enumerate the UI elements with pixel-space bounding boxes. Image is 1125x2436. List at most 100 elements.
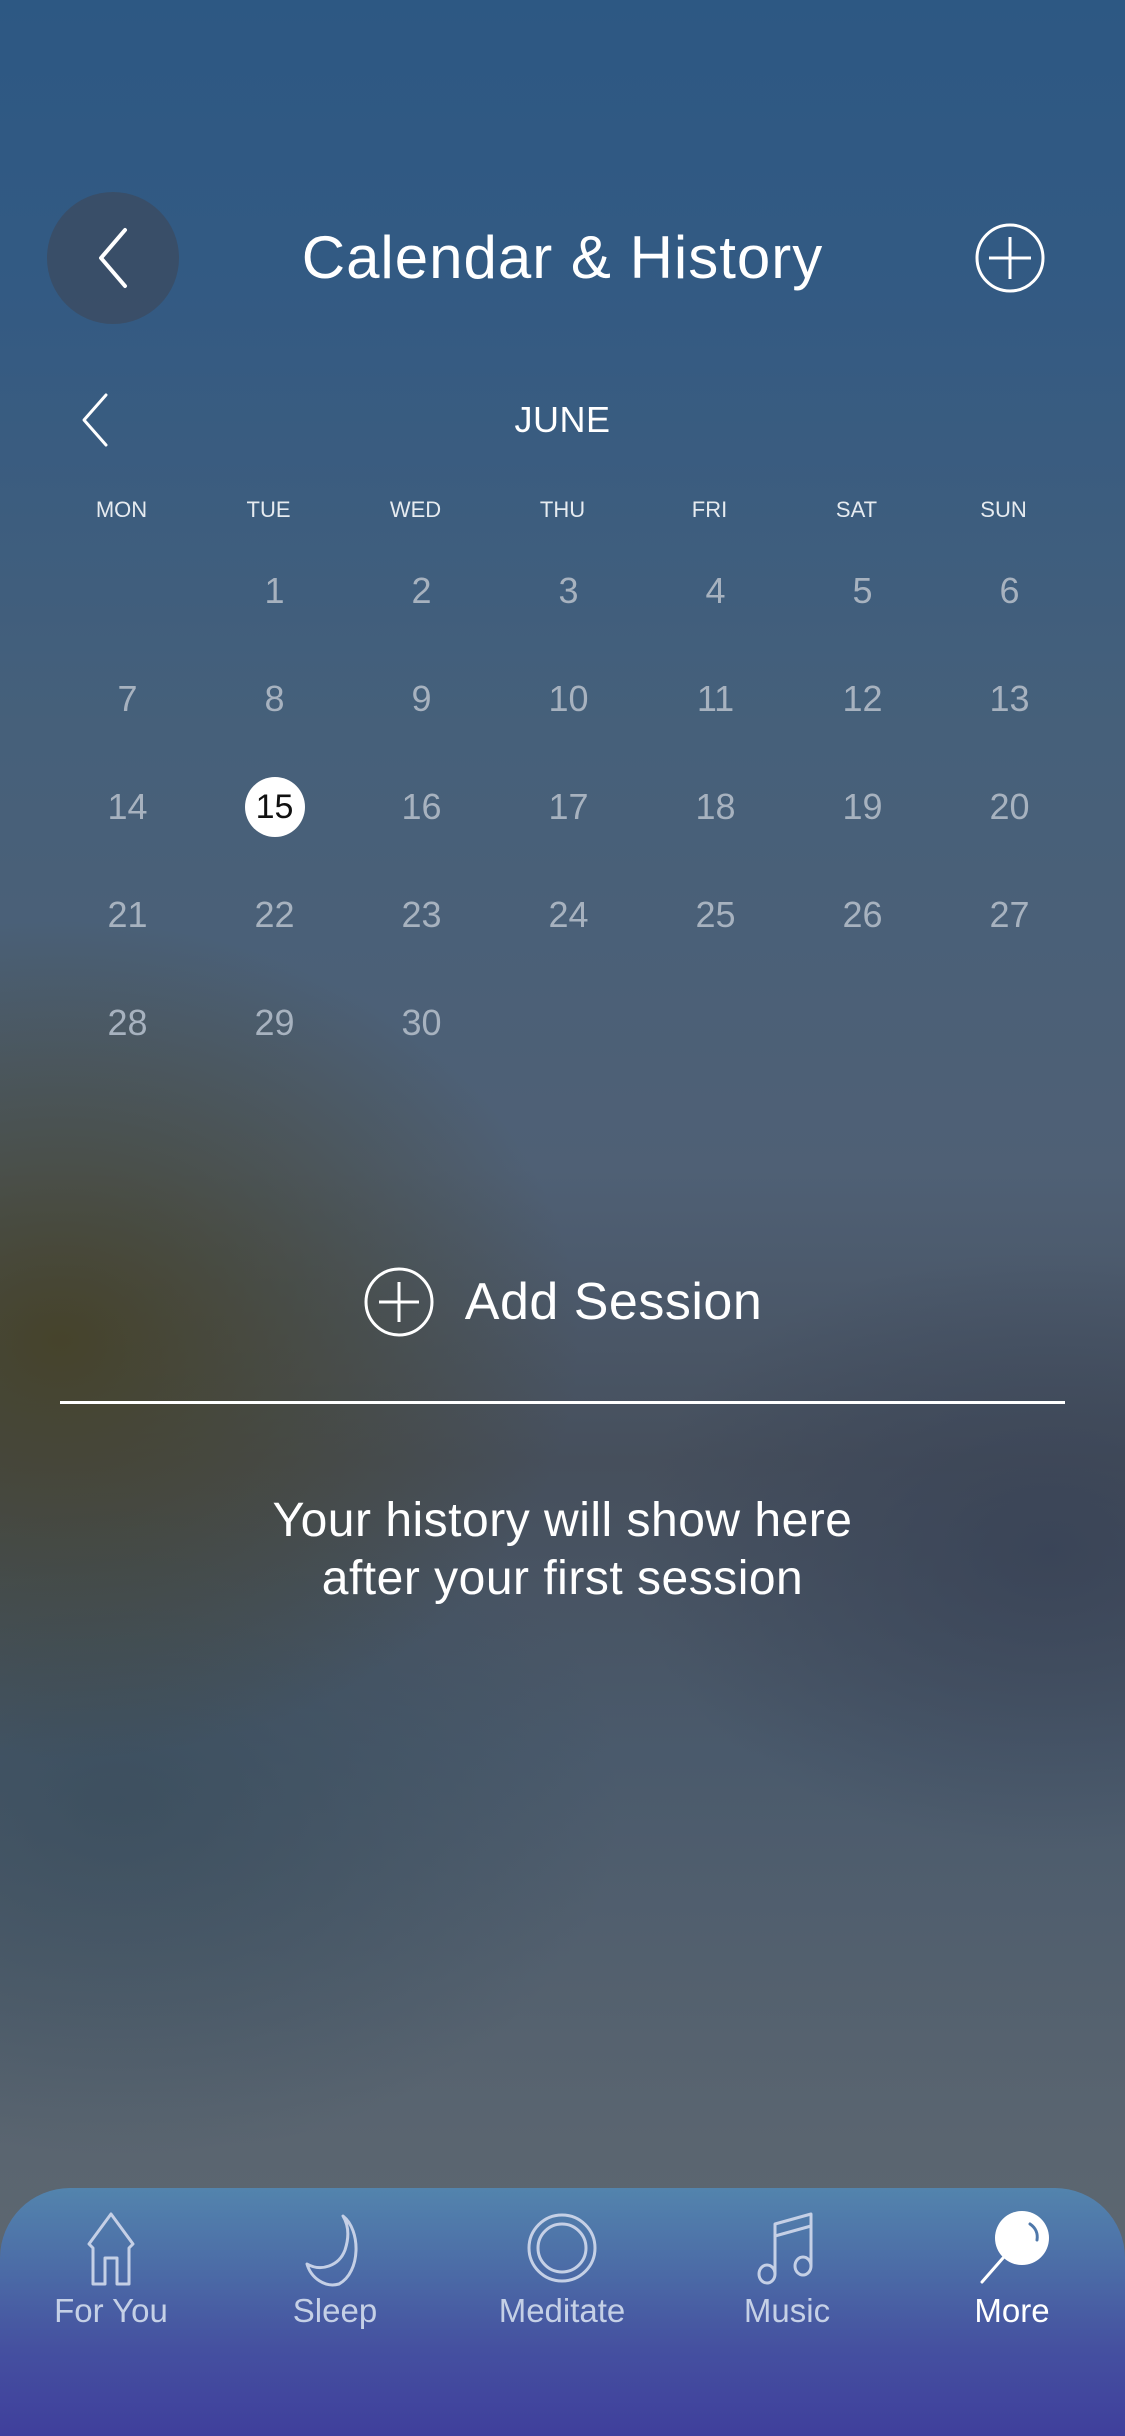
calendar-day[interactable]: 6 bbox=[930, 537, 1077, 645]
calendar-day[interactable]: 4 bbox=[636, 537, 783, 645]
day-number: 29 bbox=[254, 1002, 295, 1043]
weekday-thu: THU bbox=[539, 497, 586, 522]
calendar-week-row: 28 29 30 bbox=[48, 969, 1077, 1077]
add-button[interactable] bbox=[974, 222, 1046, 294]
day-number: 20 bbox=[989, 786, 1030, 827]
tab-label: Meditate bbox=[498, 2292, 626, 2329]
tab-sleep[interactable]: Sleep bbox=[235, 2208, 435, 2338]
calendar-day[interactable]: 17 bbox=[489, 753, 636, 861]
plus-circle-icon bbox=[975, 223, 1045, 293]
calendar-day[interactable]: 1 bbox=[195, 537, 342, 645]
tab-bar: For You Sleep Meditate Music More bbox=[0, 2188, 1125, 2436]
day-number: 28 bbox=[107, 1002, 148, 1043]
calendar-day-selected[interactable]: 15 bbox=[195, 753, 342, 861]
day-number: 4 bbox=[705, 570, 726, 611]
weekday-sat: SAT bbox=[835, 497, 878, 522]
calendar-week-row: 1 2 3 4 5 6 bbox=[48, 537, 1077, 645]
calendar-day[interactable]: 9 bbox=[342, 645, 489, 753]
weekday-tue: TUE bbox=[246, 497, 291, 522]
calendar-empty-cell bbox=[636, 969, 783, 1077]
day-number: 25 bbox=[695, 894, 736, 935]
calendar-day[interactable]: 26 bbox=[783, 861, 930, 969]
day-number: 14 bbox=[107, 786, 148, 827]
day-number: 6 bbox=[999, 570, 1020, 611]
day-number: 26 bbox=[842, 894, 883, 935]
calendar-day[interactable]: 16 bbox=[342, 753, 489, 861]
tab-label: For You bbox=[54, 2292, 168, 2329]
ring-icon bbox=[522, 2208, 602, 2288]
tab-meditate[interactable]: Meditate bbox=[462, 2208, 662, 2338]
more-icon bbox=[972, 2208, 1052, 2288]
tab-music[interactable]: Music bbox=[687, 2208, 887, 2338]
day-number: 30 bbox=[401, 1002, 442, 1043]
tab-for-you[interactable]: For You bbox=[11, 2208, 211, 2338]
calendar-day[interactable]: 7 bbox=[48, 645, 195, 753]
day-number: 8 bbox=[264, 678, 285, 719]
day-number: 9 bbox=[411, 678, 432, 719]
add-session-button[interactable]: Add Session bbox=[0, 1266, 1125, 1338]
tab-label: Sleep bbox=[292, 2292, 378, 2329]
calendar-day[interactable]: 3 bbox=[489, 537, 636, 645]
calendar-day[interactable]: 27 bbox=[930, 861, 1077, 969]
calendar-day[interactable]: 28 bbox=[48, 969, 195, 1077]
empty-message-line-2: after your first session bbox=[321, 1552, 804, 1605]
empty-message-line-1: Your history will show here bbox=[272, 1494, 853, 1547]
home-icon bbox=[71, 2208, 151, 2288]
weekday-sun: SUN bbox=[980, 497, 1027, 522]
day-number: 22 bbox=[254, 894, 295, 935]
add-session-label: Add Session bbox=[464, 1273, 763, 1331]
tab-more[interactable]: More bbox=[912, 2208, 1112, 2338]
weekday-fri: FRI bbox=[691, 497, 728, 522]
calendar-day[interactable]: 14 bbox=[48, 753, 195, 861]
calendar-day[interactable]: 21 bbox=[48, 861, 195, 969]
day-number: 12 bbox=[842, 678, 883, 719]
calendar-week-row: 21 22 23 24 25 26 27 bbox=[48, 861, 1077, 969]
calendar-day[interactable]: 22 bbox=[195, 861, 342, 969]
calendar-week-row: 14 15 16 17 18 19 20 bbox=[48, 753, 1077, 861]
day-number: 21 bbox=[107, 894, 148, 935]
history-empty-message: Your history will show here after your f… bbox=[0, 1492, 1125, 1608]
plus-circle-icon bbox=[364, 1267, 434, 1337]
calendar-day[interactable]: 8 bbox=[195, 645, 342, 753]
weekday-header: MON TUE WED THU FRI SAT SUN bbox=[48, 496, 1077, 524]
calendar-day[interactable]: 25 bbox=[636, 861, 783, 969]
day-number: 23 bbox=[401, 894, 442, 935]
day-number: 17 bbox=[548, 786, 589, 827]
day-number: 5 bbox=[852, 570, 873, 611]
day-number: 13 bbox=[989, 678, 1030, 719]
tab-label: Music bbox=[743, 2292, 831, 2329]
calendar-day[interactable]: 12 bbox=[783, 645, 930, 753]
day-number: 27 bbox=[989, 894, 1030, 935]
calendar-empty-cell bbox=[489, 969, 636, 1077]
calendar-day[interactable]: 10 bbox=[489, 645, 636, 753]
calendar-day[interactable]: 13 bbox=[930, 645, 1077, 753]
day-number: 3 bbox=[558, 570, 579, 611]
day-number: 1 bbox=[264, 570, 285, 611]
calendar-day[interactable]: 20 bbox=[930, 753, 1077, 861]
day-number: 16 bbox=[401, 786, 442, 827]
day-number: 18 bbox=[695, 786, 736, 827]
weekday-wed: WED bbox=[389, 497, 442, 522]
day-number: 19 bbox=[842, 786, 883, 827]
divider bbox=[60, 1401, 1065, 1404]
calendar-day[interactable]: 30 bbox=[342, 969, 489, 1077]
calendar-day[interactable]: 2 bbox=[342, 537, 489, 645]
calendar-empty-cell bbox=[783, 969, 930, 1077]
calendar-day[interactable]: 5 bbox=[783, 537, 930, 645]
tab-label: More bbox=[974, 2292, 1050, 2329]
calendar-week-row: 7 8 9 10 11 12 13 bbox=[48, 645, 1077, 753]
music-note-icon bbox=[747, 2208, 827, 2288]
calendar-empty-cell bbox=[930, 969, 1077, 1077]
calendar-day[interactable]: 18 bbox=[636, 753, 783, 861]
day-number: 24 bbox=[548, 894, 589, 935]
calendar-day[interactable]: 23 bbox=[342, 861, 489, 969]
calendar-day[interactable]: 11 bbox=[636, 645, 783, 753]
calendar-empty-cell bbox=[48, 537, 195, 645]
calendar-day[interactable]: 24 bbox=[489, 861, 636, 969]
day-number: 7 bbox=[117, 678, 138, 719]
weekday-mon: MON bbox=[95, 497, 148, 522]
day-number: 15 bbox=[244, 777, 305, 837]
calendar-day[interactable]: 19 bbox=[783, 753, 930, 861]
calendar-day[interactable]: 29 bbox=[195, 969, 342, 1077]
moon-icon bbox=[295, 2208, 375, 2288]
